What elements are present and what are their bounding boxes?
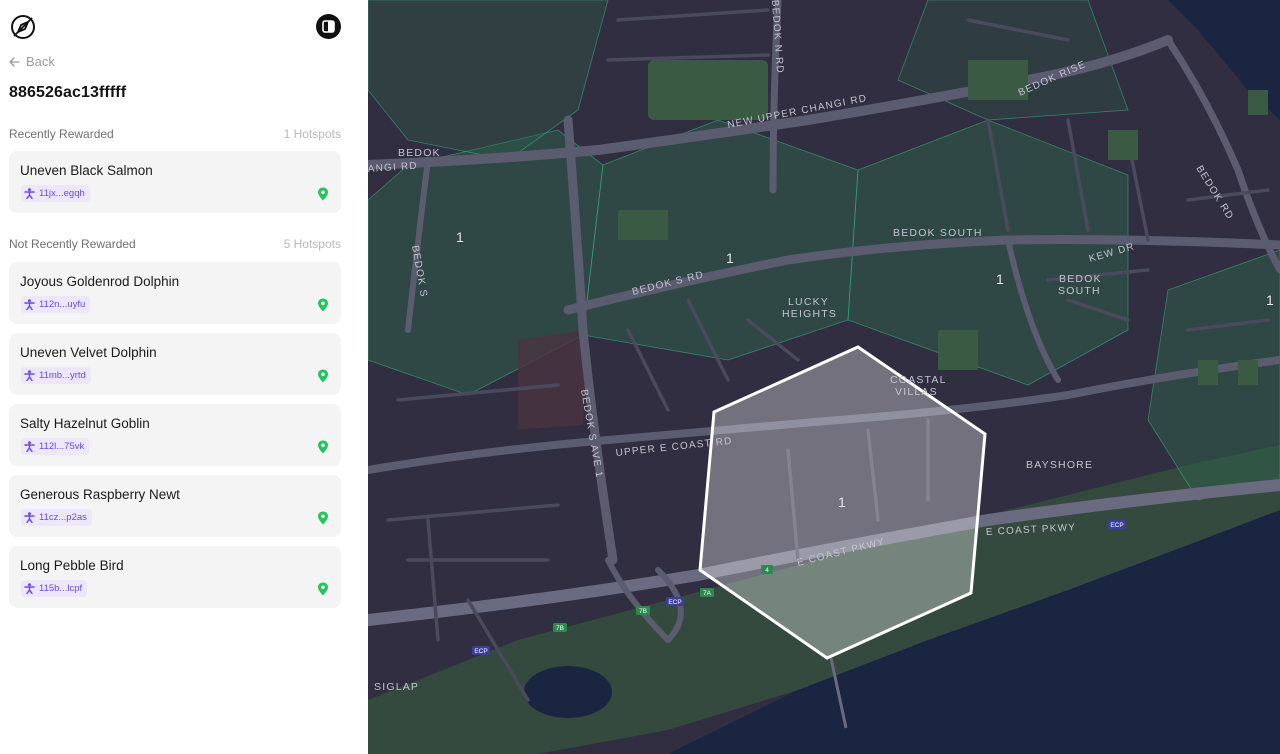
section-title: Not Recently Rewarded — [9, 237, 136, 251]
sidebar: Back 886526ac13fffff Recently Rewarded 1… — [0, 0, 368, 754]
shield-4: 4 — [761, 565, 773, 574]
hotspot-address: 112l...75vk — [39, 441, 85, 452]
district-tint — [518, 330, 588, 430]
svg-text:ECP: ECP — [668, 599, 681, 606]
recently-rewarded-header: Recently Rewarded 1 Hotspots — [9, 127, 341, 141]
svg-text:7A: 7A — [703, 590, 712, 597]
svg-text:7B: 7B — [639, 608, 647, 615]
section-count: 1 Hotspots — [283, 127, 341, 141]
place-label: VILLAS — [895, 386, 938, 398]
place-label: BEDOK SOUTH — [893, 227, 983, 239]
hotspot-name: Uneven Velvet Dolphin — [20, 345, 157, 360]
shield-ecp: ECP — [666, 597, 684, 606]
back-label: Back — [26, 54, 55, 69]
location-pin-icon[interactable] — [317, 369, 329, 383]
hotspot-card[interactable]: Generous Raspberry Newt 11cz...p2as — [9, 475, 341, 537]
svg-text:7B: 7B — [556, 625, 564, 632]
shield-ecp: ECP — [472, 646, 490, 655]
person-icon — [24, 583, 35, 594]
shield-7a: 7A — [700, 588, 714, 597]
hotspot-address-badge[interactable]: 11cz...p2as — [21, 509, 92, 526]
hotspot-name: Salty Hazelnut Goblin — [20, 416, 150, 431]
shield-7b: 7B — [636, 606, 650, 615]
hotspot-name: Uneven Black Salmon — [20, 163, 153, 178]
hotspot-name: Joyous Goldenrod Dolphin — [20, 274, 180, 289]
location-pin-icon[interactable] — [317, 440, 329, 454]
place-label: BEDOK — [398, 147, 441, 159]
shield-7b: 7B — [553, 623, 567, 632]
place-label: COASTAL — [890, 374, 947, 386]
hotspot-card[interactable]: Uneven Black Salmon 11jx...egqh — [9, 151, 341, 213]
hotspot-address-badge[interactable]: 11jx...egqh — [21, 185, 90, 202]
app-logo-button[interactable] — [9, 13, 37, 41]
person-icon — [24, 441, 35, 452]
place-label: HEIGHTS — [782, 308, 837, 320]
hotspot-card[interactable]: Uneven Velvet Dolphin 11mb...yrtd — [9, 333, 341, 395]
road-label: BEDOK N RD — [769, 0, 785, 74]
sidebar-top-bar — [0, 0, 368, 52]
sidebar-toggle-icon — [322, 20, 335, 33]
hotspot-address-badge[interactable]: 112l...75vk — [21, 438, 90, 455]
hex-count: 1 — [726, 250, 734, 266]
place-label: SIGLAP — [374, 681, 419, 693]
section-count: 5 Hotspots — [283, 237, 341, 251]
hotspot-name: Generous Raspberry Newt — [20, 487, 180, 502]
hex-count: 1 — [996, 271, 1004, 287]
hotspot-address-badge[interactable]: 11mb...yrtd — [21, 367, 91, 384]
hex-count: 1 — [456, 229, 464, 245]
hotspot-card[interactable]: Joyous Goldenrod Dolphin 112n...uyfu — [9, 262, 341, 324]
map-layer: NEW UPPER CHANGI RD BEDOK S RD BEDOK S A… — [368, 0, 1280, 754]
svg-text:ECP: ECP — [1110, 522, 1123, 529]
place-label: BAYSHORE — [1026, 459, 1093, 471]
hotspot-address: 112n...uyfu — [39, 299, 86, 310]
hex-count: 1 — [1266, 292, 1274, 308]
hotspot-name: Long Pebble Bird — [20, 558, 124, 573]
hex-cell — [847, 119, 1129, 386]
person-icon — [24, 512, 35, 523]
arrow-left-icon — [9, 56, 20, 67]
toggle-panel-button[interactable] — [316, 14, 341, 39]
place-label: BEDOK — [1059, 273, 1102, 285]
compass-logo-icon — [11, 15, 35, 39]
location-pin-icon[interactable] — [317, 187, 329, 201]
location-pin-icon[interactable] — [317, 298, 329, 312]
hotspot-card[interactable]: Salty Hazelnut Goblin 112l...75vk — [9, 404, 341, 466]
location-pin-icon[interactable] — [317, 511, 329, 525]
road-label: BEDOK RD — [1193, 164, 1235, 222]
hotspot-address-badge[interactable]: 112n...uyfu — [21, 296, 91, 313]
person-icon — [24, 299, 35, 310]
shield-ecp: ECP — [1108, 520, 1126, 529]
hex-count: 1 — [838, 494, 846, 510]
place-label: LUCKY — [788, 296, 829, 308]
location-pin-icon[interactable] — [317, 582, 329, 596]
hotspot-address: 11cz...p2as — [39, 512, 87, 523]
hotspot-address: 115b...lcpf — [39, 583, 83, 594]
place-label: SOUTH — [1058, 285, 1101, 297]
not-recently-rewarded-header: Not Recently Rewarded 5 Hotspots — [9, 237, 341, 251]
person-icon — [24, 188, 35, 199]
map-canvas[interactable]: NEW UPPER CHANGI RD BEDOK S RD BEDOK S A… — [368, 0, 1280, 754]
hex-title: 886526ac13fffff — [9, 84, 127, 101]
svg-text:ECP: ECP — [474, 648, 487, 655]
hotspot-card[interactable]: Long Pebble Bird 115b...lcpf — [9, 546, 341, 608]
person-icon — [24, 370, 35, 381]
road-label: BEDOK S AVE 1 — [578, 389, 604, 479]
lake — [524, 666, 612, 718]
hotspot-address-badge[interactable]: 115b...lcpf — [21, 580, 88, 597]
section-title: Recently Rewarded — [9, 127, 114, 141]
svg-text:4: 4 — [765, 567, 769, 574]
hotspot-address: 11mb...yrtd — [39, 370, 86, 381]
hotspot-address: 11jx...egqh — [39, 188, 85, 199]
back-link[interactable]: Back — [9, 54, 55, 69]
